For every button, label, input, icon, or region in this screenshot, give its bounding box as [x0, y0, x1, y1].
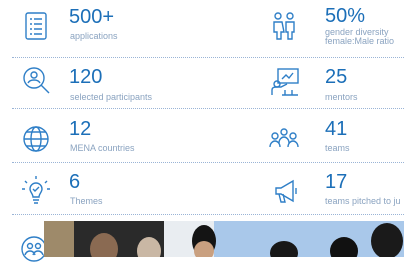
stat-value: 500+ [69, 6, 115, 28]
stat-label: mentors [325, 92, 358, 102]
stat-value: 6 [69, 171, 81, 193]
stat-label-secondary: female:Male ratio [325, 36, 395, 46]
stat-row: 12 MENA countries 41 teams [0, 109, 404, 161]
stat-value: 12 [69, 118, 92, 140]
checklist-icon [20, 10, 52, 42]
search-people-icon [20, 64, 52, 96]
stat-label: Themes [70, 196, 103, 206]
stat-label: selected participants [70, 92, 153, 102]
presentation-icon [270, 66, 302, 98]
team-icon [268, 123, 300, 155]
stat-value: 41 [325, 118, 348, 140]
stat-value: 50% [325, 5, 366, 27]
stat-value: 17 [325, 171, 348, 193]
stat-label: teams [325, 143, 350, 153]
stat-value: 25 [325, 66, 348, 88]
megaphone-icon [270, 175, 302, 207]
team-photo [44, 221, 404, 257]
gender-icon [268, 10, 300, 42]
stat-label: applications [70, 31, 118, 41]
stat-value: 120 [69, 66, 103, 88]
globe-icon [20, 123, 52, 155]
divider [12, 214, 404, 215]
stat-label: MENA countries [70, 143, 135, 153]
stat-label: teams pitched to ju [325, 196, 401, 206]
lightbulb-icon [20, 174, 52, 206]
stat-row: 500+ applications 50% gender diversity f… [0, 0, 404, 52]
stat-row: 120 selected participants 25 mentors [0, 54, 404, 106]
stat-row: 6 Themes 17 teams pitched to ju [0, 162, 404, 214]
